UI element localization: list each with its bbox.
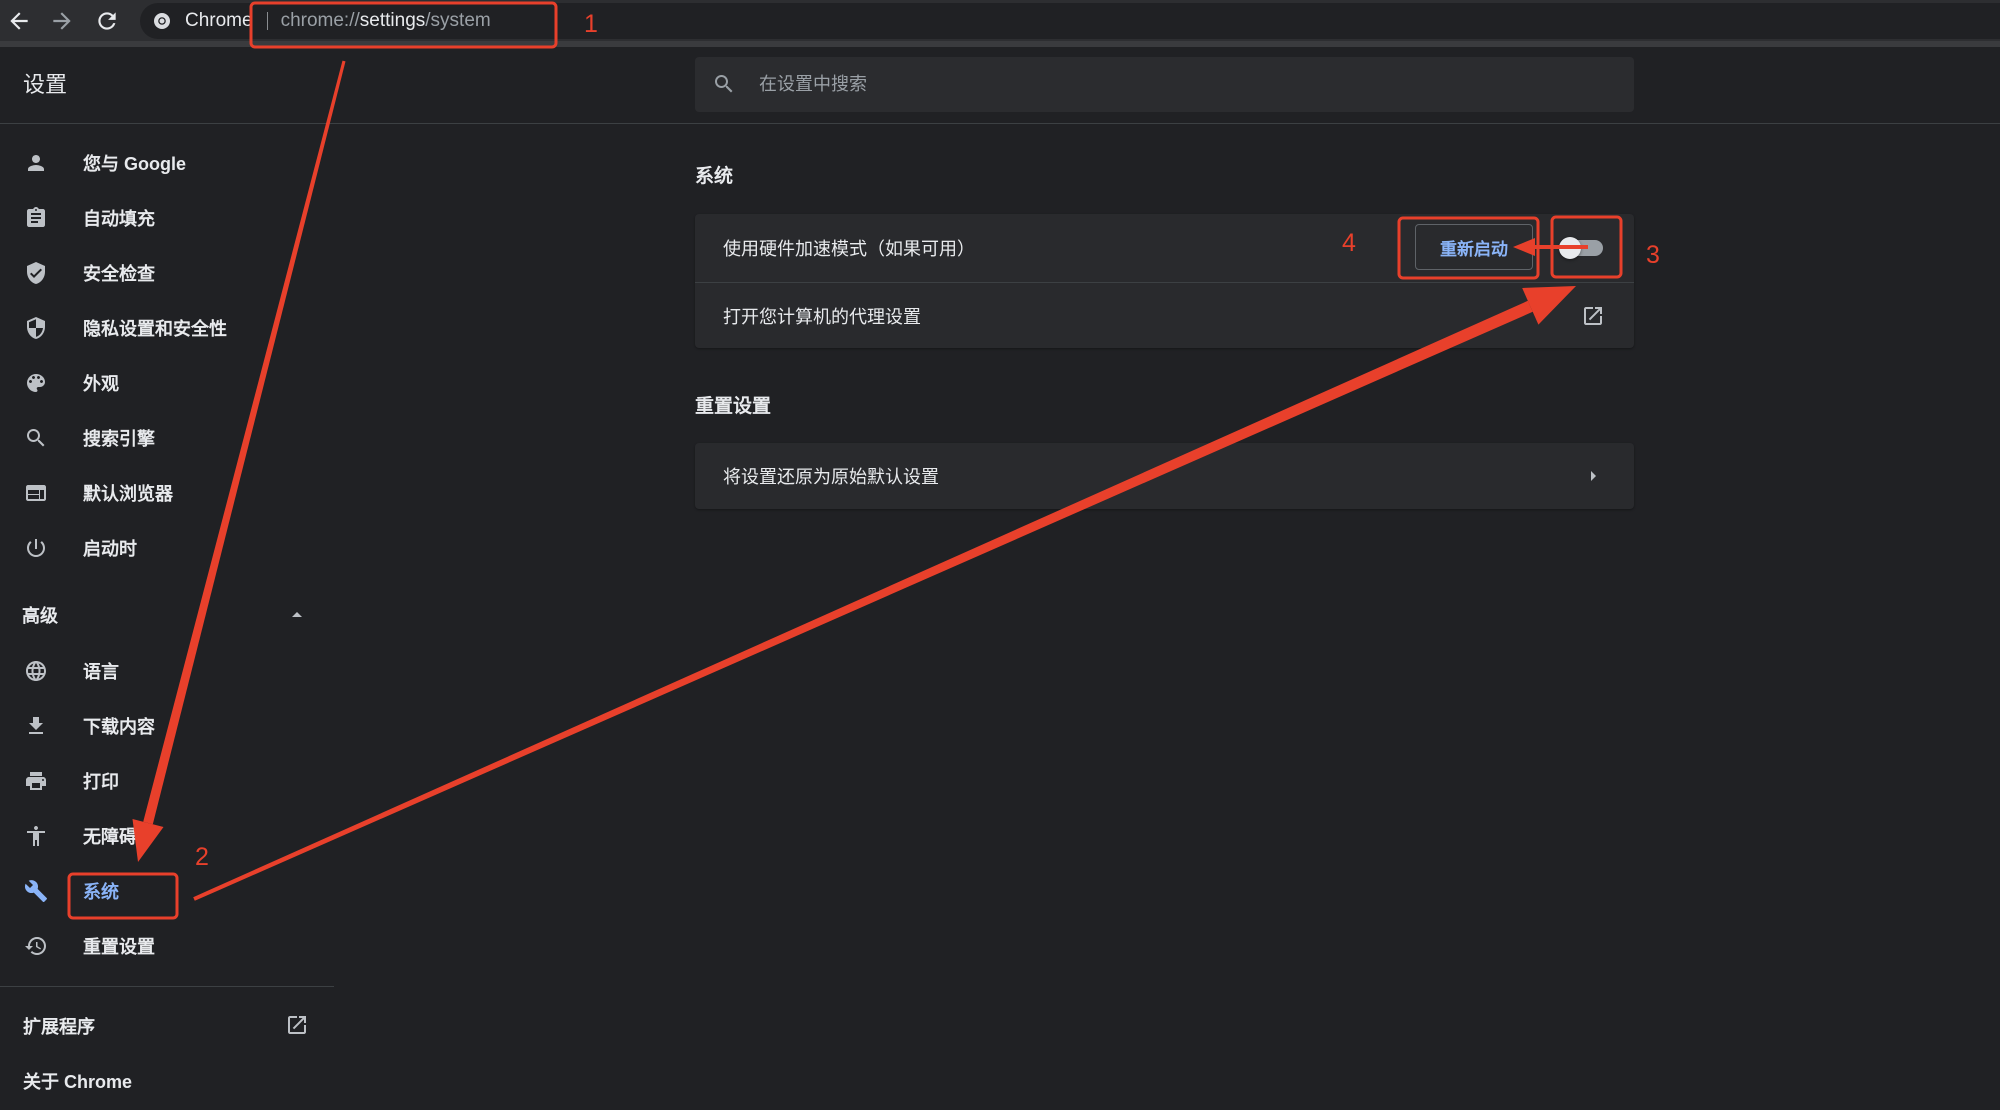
proxy-settings-label: 打开您计算机的代理设置 <box>723 306 921 327</box>
external-link-icon <box>288 1016 306 1034</box>
sidebar-item-you-and-google[interactable]: 您与 Google <box>0 135 334 190</box>
sidebar-item-about[interactable]: 关于 Chrome <box>0 1053 334 1108</box>
sidebar-divider <box>0 986 334 987</box>
back-button[interactable] <box>6 8 32 34</box>
search-input[interactable] <box>759 57 1619 112</box>
relaunch-button[interactable]: 重新启动 <box>1415 224 1533 270</box>
accessibility-icon <box>27 825 45 846</box>
url-scheme: chrome:// <box>280 10 360 31</box>
sidebar-item-label: 自动填充 <box>83 208 155 229</box>
reload-button[interactable] <box>94 8 120 34</box>
sidebar-advanced-toggle[interactable]: 高级 <box>0 587 334 643</box>
sidebar-item-label: 语言 <box>83 661 119 682</box>
sidebar-item-label: 打印 <box>83 771 119 792</box>
reset-defaults-row[interactable]: 将设置还原为原始默认设置 <box>695 443 1634 509</box>
sidebar-item-downloads[interactable]: 下载内容 <box>0 698 334 753</box>
reset-section-title: 重置设置 <box>695 396 772 417</box>
sidebar-item-appearance[interactable]: 外观 <box>0 355 334 410</box>
browser-toolbar: Chrome chrome://settings/system <box>0 0 2000 41</box>
sidebar-item-accessibility[interactable]: 无障碍 <box>0 808 334 863</box>
address-bar[interactable]: Chrome chrome://settings/system <box>140 3 2000 39</box>
search-icon <box>715 75 733 93</box>
advanced-label: 高级 <box>22 606 58 626</box>
reset-defaults-label: 将设置还原为原始默认设置 <box>723 467 939 487</box>
system-section-title: 系统 <box>695 166 734 187</box>
shield-icon <box>27 316 45 339</box>
sidebar-item-languages[interactable]: 语言 <box>0 643 334 698</box>
address-separator <box>266 12 268 30</box>
settings-header: 设置 <box>0 47 2000 124</box>
download-icon <box>29 716 43 734</box>
reset-card: 将设置还原为原始默认设置 <box>695 443 1634 509</box>
hardware-acceleration-label: 使用硬件加速模式（如果可用） <box>723 239 975 259</box>
chevron-right-icon <box>1591 471 1596 481</box>
sidebar-item-label: 隐私设置和安全性 <box>83 318 227 339</box>
person-icon <box>28 154 44 171</box>
shield-check-icon <box>27 261 45 284</box>
sidebar-item-printing[interactable]: 打印 <box>0 753 334 808</box>
printer-icon <box>26 771 46 790</box>
settings-search[interactable] <box>695 57 1634 112</box>
annotation-arrow-2 <box>193 286 1576 901</box>
sidebar-item-reset[interactable]: 重置设置 <box>0 918 334 973</box>
sidebar-advanced-group: 语言 下载内容 打印 无障碍 系统 重置设置 <box>0 643 334 973</box>
hardware-acceleration-toggle[interactable] <box>1559 236 1603 260</box>
sidebar-item-label: 系统 <box>83 881 119 902</box>
url-path: /system <box>425 10 491 31</box>
extensions-label: 扩展程序 <box>23 1016 95 1037</box>
sidebar-item-label: 搜索引擎 <box>83 428 155 449</box>
toggle-knob <box>1559 237 1581 259</box>
page-title: 设置 <box>23 72 68 97</box>
browser-icon <box>26 484 46 501</box>
proxy-settings-row[interactable]: 打开您计算机的代理设置 <box>695 282 1634 348</box>
forward-arrow-icon <box>53 12 71 30</box>
sidebar-item-default-browser[interactable]: 默认浏览器 <box>0 465 334 520</box>
sidebar-item-label: 启动时 <box>83 538 137 559</box>
system-card: 使用硬件加速模式（如果可用） 重新启动 打开您计算机的代理设置 <box>695 214 1634 348</box>
sidebar-item-label: 安全检查 <box>83 263 155 284</box>
hardware-acceleration-row: 使用硬件加速模式（如果可用） 重新启动 <box>695 214 1634 282</box>
search-icon <box>27 428 45 446</box>
sidebar-item-label: 下载内容 <box>83 716 155 737</box>
restore-icon <box>25 936 46 955</box>
chrome-logo-icon <box>154 13 170 29</box>
sidebar-item-autofill[interactable]: 自动填充 <box>0 190 334 245</box>
sidebar-item-label: 您与 Google <box>83 153 186 174</box>
back-arrow-icon <box>10 12 28 30</box>
url-text: chrome://settings/system <box>281 10 491 32</box>
sidebar-item-label: 默认浏览器 <box>83 483 173 504</box>
site-label: Chrome <box>185 10 253 31</box>
annotation-label-3: 3 <box>1646 241 1660 269</box>
power-icon <box>27 538 45 557</box>
wrench-icon <box>24 879 47 902</box>
sidebar-item-safety-check[interactable]: 安全检查 <box>0 245 334 300</box>
clipboard-icon <box>27 206 45 227</box>
sidebar-item-privacy[interactable]: 隐私设置和安全性 <box>0 300 334 355</box>
sidebar-item-label: 无障碍 <box>83 826 137 847</box>
sidebar-item-on-startup[interactable]: 启动时 <box>0 520 334 575</box>
caret-up-icon <box>292 612 302 617</box>
settings-sidebar: 您与 Google 自动填充 安全检查 隐私设置和安全性 外观 搜索引擎 默认浏… <box>0 124 334 1110</box>
sidebar-item-search-engine[interactable]: 搜索引擎 <box>0 410 334 465</box>
url-host: settings <box>359 10 426 31</box>
about-label: 关于 Chrome <box>23 1071 133 1092</box>
palette-icon <box>27 373 45 392</box>
sidebar-basic-group: 您与 Google 自动填充 安全检查 隐私设置和安全性 外观 搜索引擎 默认浏… <box>0 124 334 575</box>
sidebar-item-label: 外观 <box>83 373 119 394</box>
reload-icon <box>98 12 116 30</box>
sidebar-item-system[interactable]: 系统 <box>0 863 334 918</box>
settings-page: Chrome chrome://settings/system 设置 您与 Go… <box>0 0 2000 1110</box>
forward-button[interactable] <box>49 8 75 34</box>
sidebar-item-extensions[interactable]: 扩展程序 <box>0 998 334 1053</box>
globe-icon <box>26 660 46 681</box>
external-link-icon <box>1584 307 1602 325</box>
sidebar-item-label: 重置设置 <box>83 936 155 957</box>
